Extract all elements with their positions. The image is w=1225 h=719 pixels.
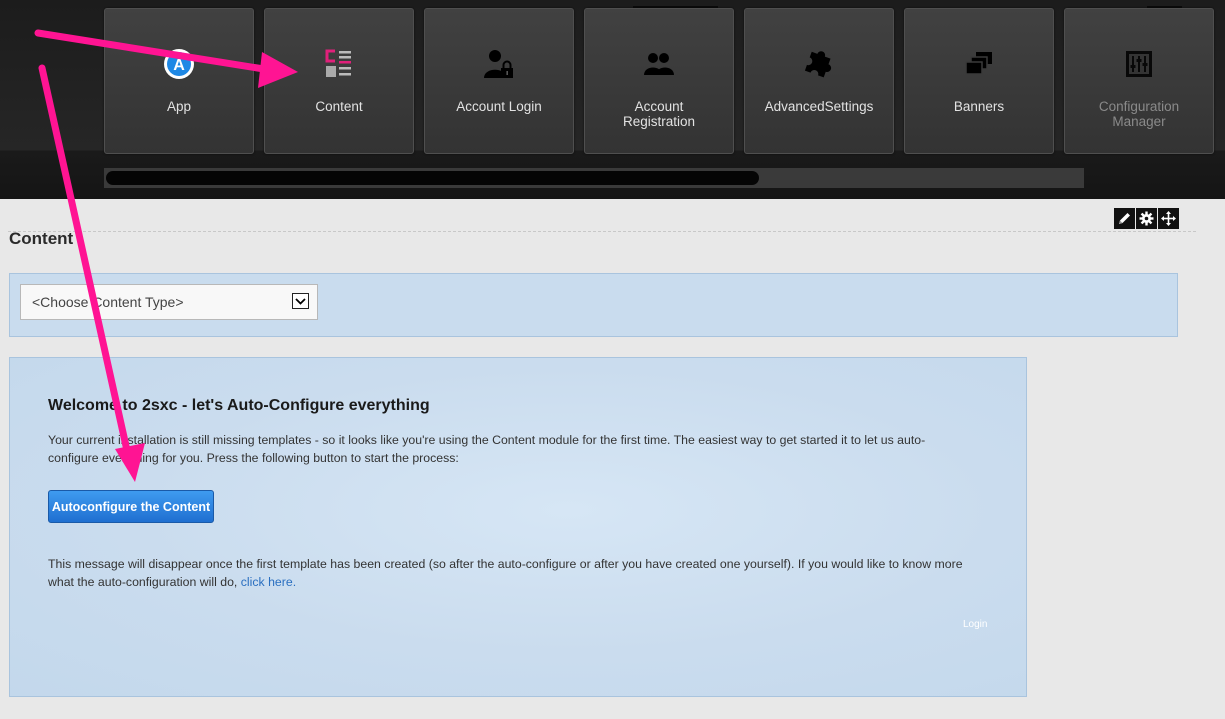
welcome-panel: Welcome to 2sxc - let's Auto-Configure e… [9, 357, 1027, 697]
scrollbar-thumb[interactable] [106, 171, 759, 185]
module-title: Content [9, 229, 74, 248]
click-here-link[interactable]: click here. [241, 575, 296, 589]
puzzle-icon [745, 47, 893, 81]
tiles-scrollbar[interactable] [104, 168, 1084, 188]
move-button[interactable] [1158, 208, 1179, 229]
content-type-select[interactable]: <Choose Content Type> [20, 284, 318, 320]
tile-label: Banners [953, 99, 1005, 114]
edit-button[interactable] [1114, 208, 1135, 229]
users-icon [585, 47, 733, 81]
content-icon [265, 47, 413, 81]
sliders-icon [1065, 47, 1213, 81]
gear-icon [1139, 211, 1154, 226]
select-value: <Choose Content Type> [32, 294, 184, 310]
pencil-icon [1119, 213, 1130, 224]
content-type-panel: <Choose Content Type> [9, 273, 1178, 337]
svg-text:A: A [173, 57, 185, 74]
login-link[interactable]: Login [963, 619, 987, 630]
module-actions [1114, 208, 1179, 229]
welcome-heading: Welcome to 2sxc - let's Auto-Configure e… [48, 397, 430, 414]
tile-label: AdvancedSettings [764, 99, 874, 114]
banners-icon [905, 47, 1053, 81]
pane-header [8, 203, 1196, 232]
move-icon [1161, 211, 1176, 226]
welcome-intro: Your current installation is still missi… [48, 433, 926, 465]
user-lock-icon [425, 47, 573, 81]
tile-configuration-manager[interactable]: Configuration Manager [1064, 8, 1214, 154]
tile-app[interactable]: A App [104, 8, 254, 154]
tile-label: App [166, 99, 192, 114]
note-text: This message will disappear once the fir… [48, 557, 963, 589]
settings-button[interactable] [1136, 208, 1157, 229]
tile-account-login[interactable]: Account Login [424, 8, 574, 154]
chevron-down-icon[interactable] [292, 293, 309, 309]
app-icon: A [105, 47, 253, 81]
tile-banners[interactable]: Banners [904, 8, 1054, 154]
tile-label: Account Registration [622, 99, 696, 129]
autoconfigure-button[interactable]: Autoconfigure the Content [48, 490, 214, 523]
tile-advanced-settings[interactable]: AdvancedSettings [744, 8, 894, 154]
tile-label: Account Login [456, 99, 542, 114]
tile-account-registration[interactable]: Account Registration [584, 8, 734, 154]
tile-label: Content [315, 99, 363, 114]
tile-label: Configuration Manager [1098, 99, 1180, 129]
tile-content[interactable]: Content [264, 8, 414, 154]
welcome-note: This message will disappear once the fir… [48, 555, 988, 591]
